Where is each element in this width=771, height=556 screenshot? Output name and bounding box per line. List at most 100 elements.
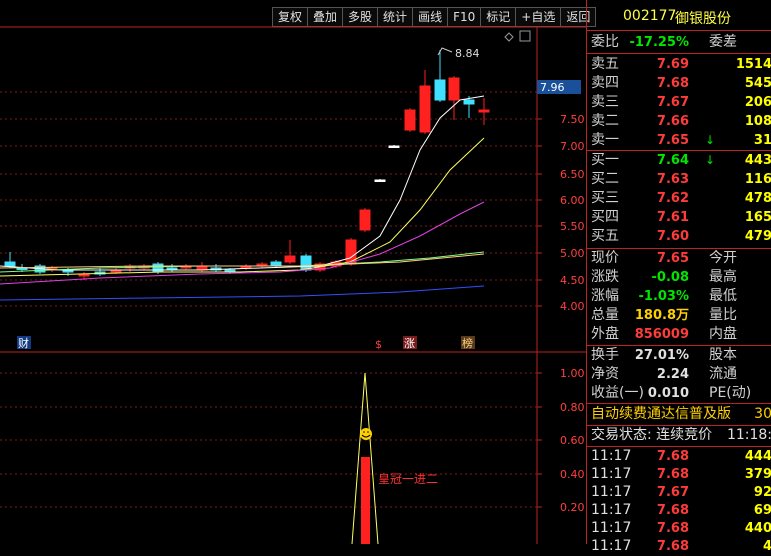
candle-body xyxy=(463,99,475,105)
status-row: 交易状态: 连续竞价 11:18: xyxy=(587,426,771,445)
candle-body xyxy=(152,263,164,273)
trade-volume: 444 xyxy=(744,449,771,464)
quote-value: 180.8万 xyxy=(634,308,689,323)
kline-chart[interactable]: 7.50 7.00 6.50 6.00 5.50 5.00 4.50 4.00 7.96 1.00… xyxy=(0,0,586,544)
trade-row: 11:17 7.68 440 xyxy=(587,519,771,538)
quote-row: 总量 180.8万 量比 xyxy=(587,306,771,325)
ask-volume: 545 xyxy=(744,76,771,91)
ask-price: 7.68 xyxy=(656,76,689,91)
stock-name: 御银股份 xyxy=(675,11,731,27)
indicator-label: 皇冠一进二 xyxy=(378,472,438,486)
bid-price: 7.61 xyxy=(656,210,689,225)
ask-volume: 206 xyxy=(744,95,771,110)
trade-volume: 69 xyxy=(753,503,771,518)
fund-label: 收益(一) xyxy=(591,385,644,401)
bang-badge: 榜 xyxy=(462,336,473,350)
candle-body xyxy=(4,261,16,267)
price-tick-label: 6.00 xyxy=(560,194,585,207)
price-tick-label: 5.50 xyxy=(560,220,585,233)
quote-value: -0.08 xyxy=(651,270,689,285)
quote-row: 涨跌 -0.08 最高 xyxy=(587,268,771,287)
bid-row: 买三 7.62 478 xyxy=(587,189,771,208)
bid-price: 7.60 xyxy=(656,229,689,244)
quote-value: 856009 xyxy=(634,327,689,342)
fund-value: 2.24 xyxy=(656,367,689,382)
trade-volume: 4 xyxy=(762,539,771,554)
ticker-num: 30 xyxy=(754,406,771,422)
vol-tick-label: 0.80 xyxy=(560,401,585,414)
trade-row: 11:17 7.68 4 xyxy=(587,537,771,556)
cai-badge: 财 xyxy=(18,336,29,350)
trade-price: 7.68 xyxy=(656,539,689,554)
quote-row: 涨幅 -1.03% 最低 xyxy=(587,287,771,306)
dollar-badge: $ xyxy=(375,338,382,351)
fund-label: 净资 xyxy=(591,366,619,382)
candle-body-fill xyxy=(420,86,430,132)
bid-label: 买五 xyxy=(591,228,619,244)
status-time: 11:18: xyxy=(726,427,771,443)
trade-price: 7.68 xyxy=(656,521,689,536)
bid-volume: 165 xyxy=(744,210,771,225)
divider xyxy=(587,30,771,31)
bid-price: 7.62 xyxy=(656,191,689,206)
candle-body-fill xyxy=(285,256,295,262)
price-tick-label: 4.00 xyxy=(560,300,585,313)
trade-volume: 92 xyxy=(753,485,771,500)
divider xyxy=(587,403,771,404)
price-flag-label: 7.96 xyxy=(540,81,565,94)
vol-tick-label: 1.00 xyxy=(560,367,585,380)
quote-value: -1.03% xyxy=(638,289,690,304)
status-text: 交易状态: 连续竞价 xyxy=(591,427,713,443)
smile-eye xyxy=(367,431,369,433)
ticker-text: 自动续费通达信普及版 xyxy=(591,406,731,422)
bid-price: 7.64 xyxy=(656,153,689,168)
quote-row: 外盘 856009 内盘 xyxy=(587,325,771,344)
bid-label: 买四 xyxy=(591,209,619,225)
ask-label: 卖三 xyxy=(591,94,619,110)
ask-label: 卖二 xyxy=(591,113,619,129)
smile-eye xyxy=(363,431,365,433)
weibi-row: 委比 -17.25% 委差 xyxy=(587,33,771,52)
quote-value: 7.65 xyxy=(656,251,689,266)
ma10-line xyxy=(0,137,485,277)
vol-tick-label: 0.20 xyxy=(560,501,585,514)
ask-volume: 31 xyxy=(753,133,771,148)
candle-body-fill xyxy=(405,110,415,130)
diamond-icon xyxy=(504,32,514,42)
trade-time: 11:17 xyxy=(591,466,632,482)
ticker-row[interactable]: 自动续费通达信普及版 30 xyxy=(587,405,771,424)
candle-body xyxy=(300,255,312,271)
ask-label: 卖五 xyxy=(591,56,619,72)
bid-volume: 478 xyxy=(744,191,771,206)
trade-time: 11:17 xyxy=(591,448,632,464)
candle-body-fill xyxy=(479,110,489,112)
candle-body xyxy=(270,261,282,267)
trade-price: 7.68 xyxy=(656,503,689,518)
fund-label-2: 股本 xyxy=(709,347,737,363)
vol-tick-label: 0.40 xyxy=(560,468,585,481)
trade-time: 11:17 xyxy=(591,484,632,500)
quote-label-2: 内盘 xyxy=(709,326,737,342)
trade-time: 11:17 xyxy=(591,520,632,536)
trade-volume: 440 xyxy=(744,521,771,536)
fund-value: 27.01% xyxy=(634,348,689,363)
price-tick-label: 7.00 xyxy=(560,140,585,153)
fund-row: 收益(一) 0.010 PE(动) xyxy=(587,384,771,403)
bid-volume: 443 xyxy=(744,153,771,168)
quote-label-2: 最低 xyxy=(709,288,737,304)
price-tick-label: 6.50 xyxy=(560,168,585,181)
signal-bar xyxy=(361,457,370,544)
quote-label-2: 量比 xyxy=(709,307,737,323)
quote-label: 外盘 xyxy=(591,326,619,342)
quote-label: 总量 xyxy=(591,307,619,323)
ask-row: 卖四 7.68 545 xyxy=(587,74,771,93)
price-tick-label: 5.00 xyxy=(560,247,585,260)
candle-body xyxy=(388,145,400,148)
quote-label-2: 最高 xyxy=(709,269,737,285)
ask-price: 7.65 xyxy=(656,133,689,148)
price-tick-label: 7.50 xyxy=(560,113,585,126)
high-price-label: 8.84 xyxy=(455,47,480,60)
candle-body-fill xyxy=(360,210,370,230)
vol-tick-label: 0.60 xyxy=(560,434,585,447)
bid-row: 买五 7.60 479 xyxy=(587,227,771,246)
